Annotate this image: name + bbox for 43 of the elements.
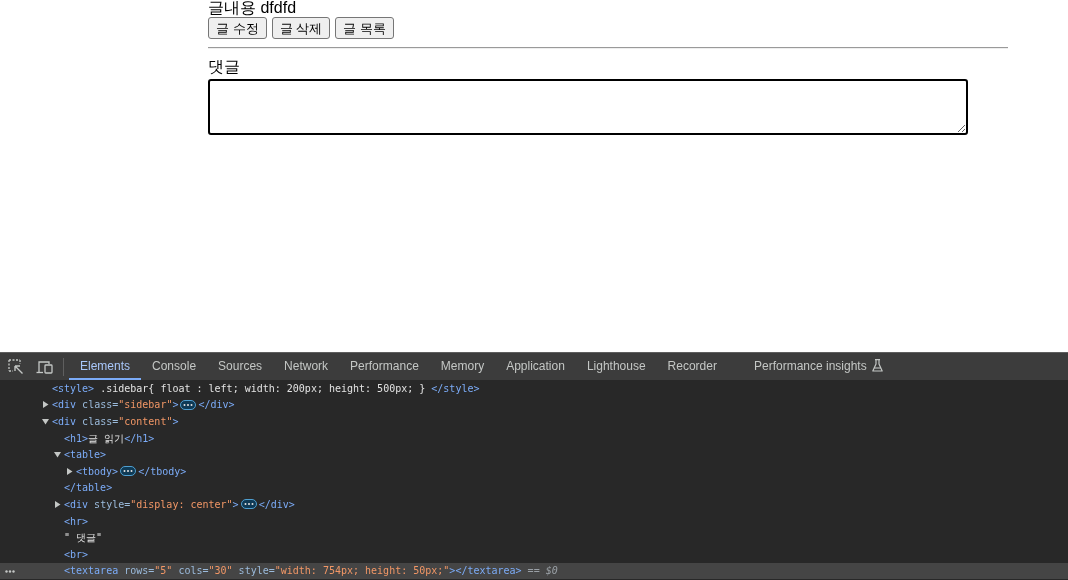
opening-tag: <tbody> [76, 463, 119, 479]
caret-down-icon[interactable] [54, 451, 61, 459]
code-line: <hr> [64, 514, 89, 529]
opening-tag: <table> [64, 447, 107, 463]
code-line: <style> .sidebar{ float : left; width: 200px; height: 500px; } </style> [52, 381, 480, 396]
opening-tag: <div class="content"> [52, 414, 179, 429]
caret-right-icon[interactable] [66, 467, 73, 475]
more-icon[interactable] [5, 569, 15, 573]
devtools-tab[interactable]: Memory [429, 353, 496, 380]
devtools-tab[interactable]: Lighthouse [575, 353, 657, 380]
devtools-tab[interactable]: Application [495, 353, 576, 380]
console-reference: == $0 [527, 564, 558, 579]
devtools-tab[interactable]: Performance insights [742, 353, 894, 380]
device-toggle-icon[interactable] [36, 359, 53, 374]
ellipsis-icon[interactable] [180, 399, 197, 410]
code-line: " 댓글" [64, 531, 103, 546]
devtools-tab[interactable]: Performance [339, 353, 430, 380]
page-button[interactable]: 글 수정 [208, 17, 267, 39]
page-button[interactable]: 글 삭제 [271, 17, 331, 39]
devtools-tab[interactable]: Network [273, 353, 340, 380]
closing-tag: </div> [198, 397, 235, 413]
comment-field[interactable] [208, 79, 968, 135]
devtools-tab[interactable]: Sources [207, 353, 274, 380]
page-button[interactable]: 글 목록 [335, 17, 394, 39]
opening-tag: <div style="display: center"> [64, 496, 239, 512]
caret-down-icon[interactable] [42, 418, 49, 425]
code-line: <h1>글 읽기</h1> [64, 431, 155, 446]
opening-tag: <div class="sidebar"> [52, 397, 179, 413]
caret-right-icon[interactable] [42, 401, 49, 409]
devtools-tab[interactable]: Recorder [656, 353, 728, 380]
closing-tag: </table> [64, 480, 113, 496]
ellipsis-icon[interactable] [240, 499, 257, 510]
comment-label: 댓글 [208, 58, 240, 76]
devtools-tab[interactable]: Console [141, 353, 208, 380]
code-line: <br> [64, 547, 89, 562]
closing-tag: </tbody> [138, 463, 187, 479]
selected-row[interactable]: <textarea rows="5" cols="30" style="width: 754px; height: 50px;"></textarea> == $0 [0, 562, 1068, 580]
code-line: <textarea rows="5" cols="30" style="width: 754px; height: 50px;"></textarea> [64, 564, 522, 579]
inspect-icon[interactable] [8, 358, 24, 375]
closing-tag: </div> [258, 496, 295, 512]
content-text: 글내용 dfdfd [208, 0, 297, 16]
ellipsis-icon[interactable] [120, 466, 137, 477]
caret-right-icon[interactable] [54, 500, 61, 508]
